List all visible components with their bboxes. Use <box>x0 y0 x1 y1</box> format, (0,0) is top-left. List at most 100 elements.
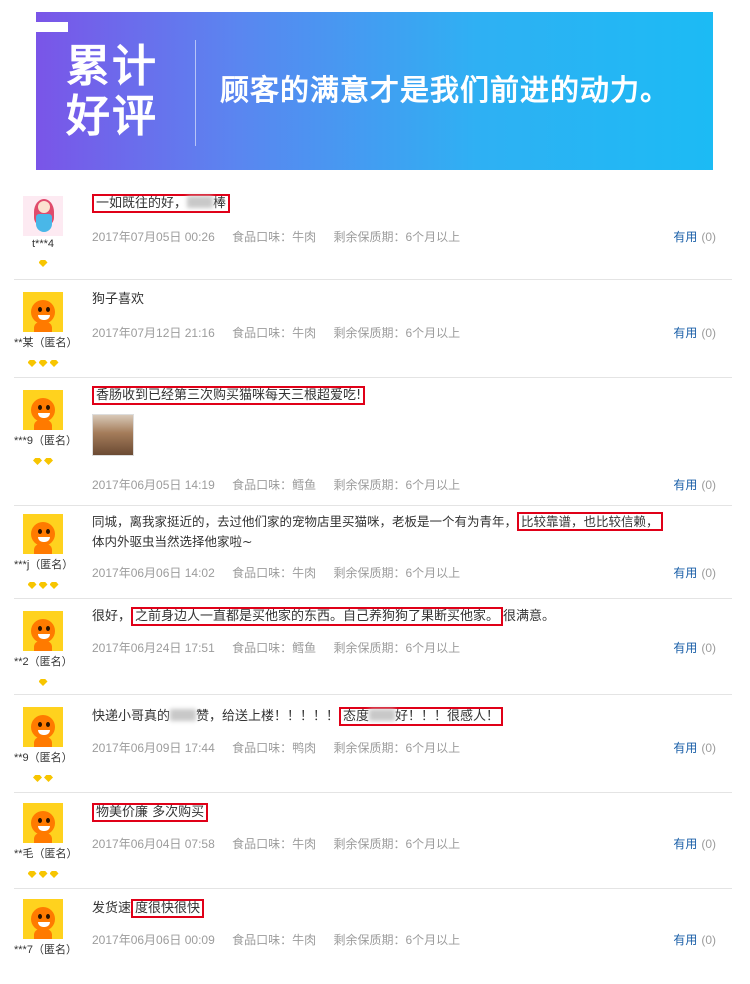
review-text: 狗子喜欢 <box>92 292 145 307</box>
reviewer: **2（匿名） <box>14 611 73 686</box>
avatar <box>23 707 63 747</box>
review-date: 2017年06月04日 07:58 <box>92 837 215 851</box>
review-content: 物美价廉 多次购买 <box>92 803 722 823</box>
avatar <box>23 899 63 939</box>
highlight-box: 一如既往的好，棒 <box>92 194 231 213</box>
review-content: 很好， 之前身边人一直都是买他家的东西。自己养狗狗了果断买他家。 很满意。 <box>92 607 722 627</box>
review-flavor: 食品口味：鸭肉 <box>232 741 317 755</box>
useful-button[interactable]: 有用 (0) <box>673 228 716 245</box>
reviewer-name: ***9（匿名） <box>14 435 77 447</box>
review-meta: 2017年06月06日 14:02 食品口味：牛肉 剩余保质期：6个月以上 <box>92 564 722 581</box>
review-flavor: 食品口味：鳕鱼 <box>232 641 317 655</box>
reviewer-name: **毛（匿名） <box>14 848 78 860</box>
review-shelf-life: 剩余保质期：6个月以上 <box>333 741 461 755</box>
review-content: 一如既往的好，棒 <box>92 194 722 214</box>
review-item: **毛（匿名） 物美价廉 多次购买 2017年06月04日 07:58 食品口味… <box>14 793 732 889</box>
reviewer: **毛（匿名） <box>14 803 78 878</box>
review-date: 2017年06月06日 00:09 <box>92 933 215 947</box>
review-item: ***9（匿名） 香肠收到已经第三次购买猫咪每天三根超爱吃! 2017年06月0… <box>14 378 732 506</box>
review-text: 同城，离我家挺近的，去过他们家的宠物店里买猫咪，老板是一个有为青年， 比较靠谱，也… <box>92 512 722 552</box>
review-shelf-life: 剩余保质期：6个月以上 <box>333 566 461 580</box>
review-shelf-life: 剩余保质期：6个月以上 <box>333 478 461 492</box>
avatar <box>23 196 63 236</box>
reviewer-level-icon <box>14 252 72 267</box>
reviewer-level-icon <box>14 574 72 589</box>
reviewer: t***4 <box>14 196 72 267</box>
review-text: 很好， 之前身边人一直都是买他家的东西。自己养狗狗了果断买他家。 很满意。 <box>92 607 556 626</box>
review-item: ***7（匿名） 发货速 度很快很快 2017年06月06日 00:09 食品口味… <box>14 889 732 969</box>
review-content: 同城，离我家挺近的，去过他们家的宠物店里买猫咪，老板是一个有为青年， 比较靠谱，也… <box>92 512 722 552</box>
review-photo[interactable] <box>92 414 134 456</box>
review-flavor: 食品口味：鳕鱼 <box>232 478 317 492</box>
avatar <box>23 803 63 843</box>
review-text: 一如既往的好，棒 <box>92 194 722 214</box>
review-shelf-life: 剩余保质期：6个月以上 <box>333 326 461 340</box>
reviewer-level-icon <box>14 671 72 686</box>
reviewer: ***7（匿名） <box>14 899 77 957</box>
reviewer-level-icon <box>14 352 72 367</box>
highlight-box: 香肠收到已经第三次购买猫咪每天三根超爱吃! <box>92 386 366 405</box>
review-text: 快递小哥真的 赞，给送上楼！！！！！ 态度 好！！！很感人！ <box>92 707 722 727</box>
useful-button[interactable]: 有用 (0) <box>673 476 716 493</box>
useful-button[interactable]: 有用 (0) <box>673 739 716 756</box>
reviewer: ***9（匿名） <box>14 390 77 465</box>
banner-title: 累计 好评 <box>66 42 176 142</box>
banner-title-line-2: 好评 <box>66 91 158 142</box>
review-content: 香肠收到已经第三次购买猫咪每天三根超爱吃! <box>92 386 722 456</box>
review-shelf-life: 剩余保质期：6个月以上 <box>333 230 461 244</box>
review-flavor: 食品口味：牛肉 <box>232 566 317 580</box>
reviewer-level-icon <box>14 767 72 782</box>
review-shelf-life: 剩余保质期：6个月以上 <box>333 933 461 947</box>
review-date: 2017年06月09日 17:44 <box>92 741 215 755</box>
reviews-banner: 累计 好评 顾客的满意才是我们前进的动力。 <box>36 12 713 170</box>
review-content: 发货速 度很快很快 <box>92 899 722 919</box>
review-meta: 2017年06月05日 14:19 食品口味：鳕鱼 剩余保质期：6个月以上 <box>92 476 722 493</box>
useful-button[interactable]: 有用 (0) <box>673 639 716 656</box>
reviewer-level-icon <box>14 863 72 878</box>
review-meta: 2017年07月05日 00:26 食品口味：牛肉 剩余保质期：6个月以上 <box>92 228 722 245</box>
review-shelf-life: 剩余保质期：6个月以上 <box>333 641 461 655</box>
reviewer: **某（匿名） <box>14 292 78 367</box>
review-date: 2017年07月05日 00:26 <box>92 230 215 244</box>
reviewer-name: t***4 <box>31 238 55 250</box>
highlight-box: 度很快很快 <box>131 899 205 918</box>
review-flavor: 食品口味：牛肉 <box>232 933 317 947</box>
reviewer-name: **2（匿名） <box>14 656 73 668</box>
highlight-box: 物美价廉 多次购买 <box>92 803 209 822</box>
review-content: 快递小哥真的 赞，给送上楼！！！！！ 态度 好！！！很感人！ <box>92 707 722 727</box>
reviewer-name: **某（匿名） <box>14 337 78 349</box>
review-item: **2（匿名） 很好， 之前身边人一直都是买他家的东西。自己养狗狗了果断买他家。很… <box>14 599 732 695</box>
avatar <box>23 514 63 554</box>
review-flavor: 食品口味：牛肉 <box>232 837 317 851</box>
highlight-box: 比较靠谱，也比较信赖， <box>517 512 663 531</box>
useful-button[interactable]: 有用 (0) <box>673 324 716 341</box>
useful-button[interactable]: 有用 (0) <box>673 931 716 948</box>
review-flavor: 食品口味：牛肉 <box>232 230 317 244</box>
review-flavor: 食品口味：牛肉 <box>232 326 317 340</box>
avatar <box>23 292 63 332</box>
review-date: 2017年07月12日 21:16 <box>92 326 215 340</box>
banner-slogan: 顾客的满意才是我们前进的动力。 <box>220 73 671 107</box>
review-shelf-life: 剩余保质期：6个月以上 <box>333 837 461 851</box>
banner-divider <box>195 40 196 146</box>
review-item: **9（匿名） 快递小哥真的 赞，给送上楼！！！！！ 态度 好！！！很感人！ 2017… <box>14 695 732 793</box>
review-meta: 2017年06月06日 00:09 食品口味：牛肉 剩余保质期：6个月以上 <box>92 931 722 948</box>
review-meta: 2017年07月12日 21:16 食品口味：牛肉 剩余保质期：6个月以上 <box>92 324 722 341</box>
review-date: 2017年06月06日 14:02 <box>92 566 215 580</box>
useful-button[interactable]: 有用 (0) <box>673 564 716 581</box>
review-item: t***4 一如既往的好，棒 2017年07月05日 00:26 食品口味：牛肉… <box>14 184 732 280</box>
useful-button[interactable]: 有用 (0) <box>673 835 716 852</box>
review-item: **某（匿名） 狗子喜欢 2017年07月12日 21:16 食品口味：牛肉 剩… <box>14 280 732 378</box>
review-content: 狗子喜欢 <box>92 290 722 310</box>
highlight-box: 态度 好！！！很感人！ <box>339 707 504 726</box>
review-meta: 2017年06月04日 07:58 食品口味：牛肉 剩余保质期：6个月以上 <box>92 835 722 852</box>
review-meta: 2017年06月24日 17:51 食品口味：鳕鱼 剩余保质期：6个月以上 <box>92 639 722 656</box>
banner-corner-mark <box>36 22 68 32</box>
review-item: ***j（匿名） 同城，离我家挺近的，去过他们家的宠物店里买猫咪，老板是一个有为… <box>14 506 732 599</box>
reviewer-name: **9（匿名） <box>14 752 73 764</box>
review-text: 香肠收到已经第三次购买猫咪每天三根超爱吃! <box>92 386 722 406</box>
review-date: 2017年06月05日 14:19 <box>92 478 215 492</box>
reviewer-name: ***j（匿名） <box>14 559 74 571</box>
avatar <box>23 390 63 430</box>
review-meta: 2017年06月09日 17:44 食品口味：鸭肉 剩余保质期：6个月以上 <box>92 739 722 756</box>
